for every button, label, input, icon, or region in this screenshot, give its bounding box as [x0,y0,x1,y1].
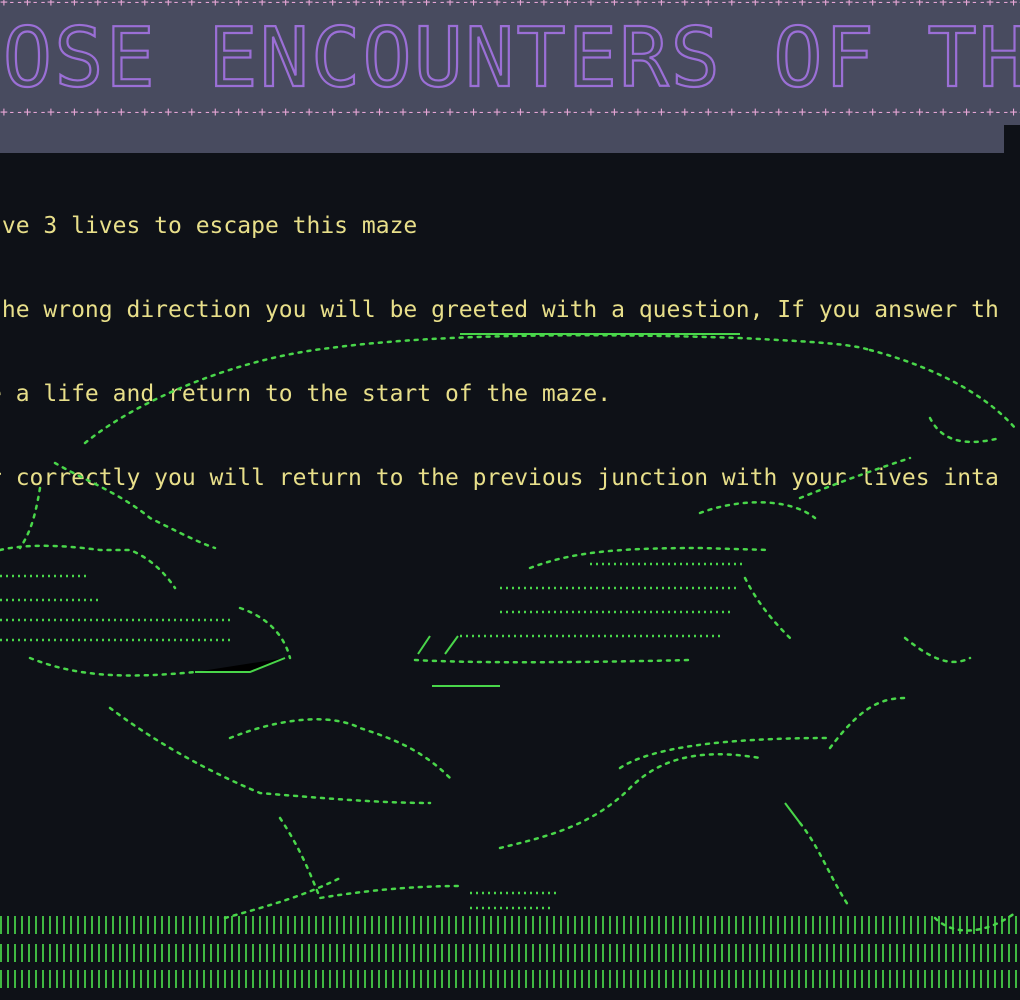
ascii-upper-jaw [108,706,432,805]
ascii-left-eye-bottom [28,656,197,677]
ascii-right-eye-slash [417,635,459,655]
banner-title-graphic: CLOSE ENCOUNTERS OF THE PYTHON [0,10,1020,107]
ascii-left-eye-edge [238,606,292,660]
ascii-left-brow [53,461,217,550]
ascii-tongue-center [498,753,762,850]
ascii-left-eye-top [0,544,177,590]
ascii-nostril [903,636,972,664]
banner-title-area: CLOSE ENCOUNTERS OF THE PYTHON [0,8,1020,108]
ascii-body-band-3 [0,970,1020,988]
ascii-mouth-line [228,718,452,780]
ascii-left-cheek [18,486,42,550]
ascii-right-brow [698,501,817,520]
instruction-line-lives: ave 3 lives to escape this maze [0,213,418,239]
ascii-snout [798,456,912,500]
ascii-tongue-fill [470,891,560,910]
terminal-screen: +--+--+--+--+--+--+--+--+--+--+--+--+--+… [0,0,1020,1000]
ascii-left-eye-underline [195,657,286,673]
ascii-fang-right [618,736,832,770]
ascii-jaw-right [928,416,1002,444]
ascii-body-band-1 [0,916,1020,934]
ascii-chin [798,821,852,910]
banner-title: CLOSE ENCOUNTERS OF THE PYTHON [0,11,1020,106]
ascii-right-eye-bottom [413,658,692,664]
ascii-fang-slash [784,802,801,824]
ascii-lower-jaw [278,816,462,900]
ascii-neck-right [828,696,907,750]
ascii-art-python [0,318,1020,1000]
ascii-head-right-curve [868,348,1017,430]
ascii-head-outline [83,334,872,445]
ascii-right-eye-edge [743,576,792,640]
ascii-art-drawing [0,333,1017,932]
banner-bottom-border: +--+--+--+--+--+--+--+--+--+--+--+--+--+… [0,107,1020,119]
ascii-body-band-2 [0,944,1020,962]
